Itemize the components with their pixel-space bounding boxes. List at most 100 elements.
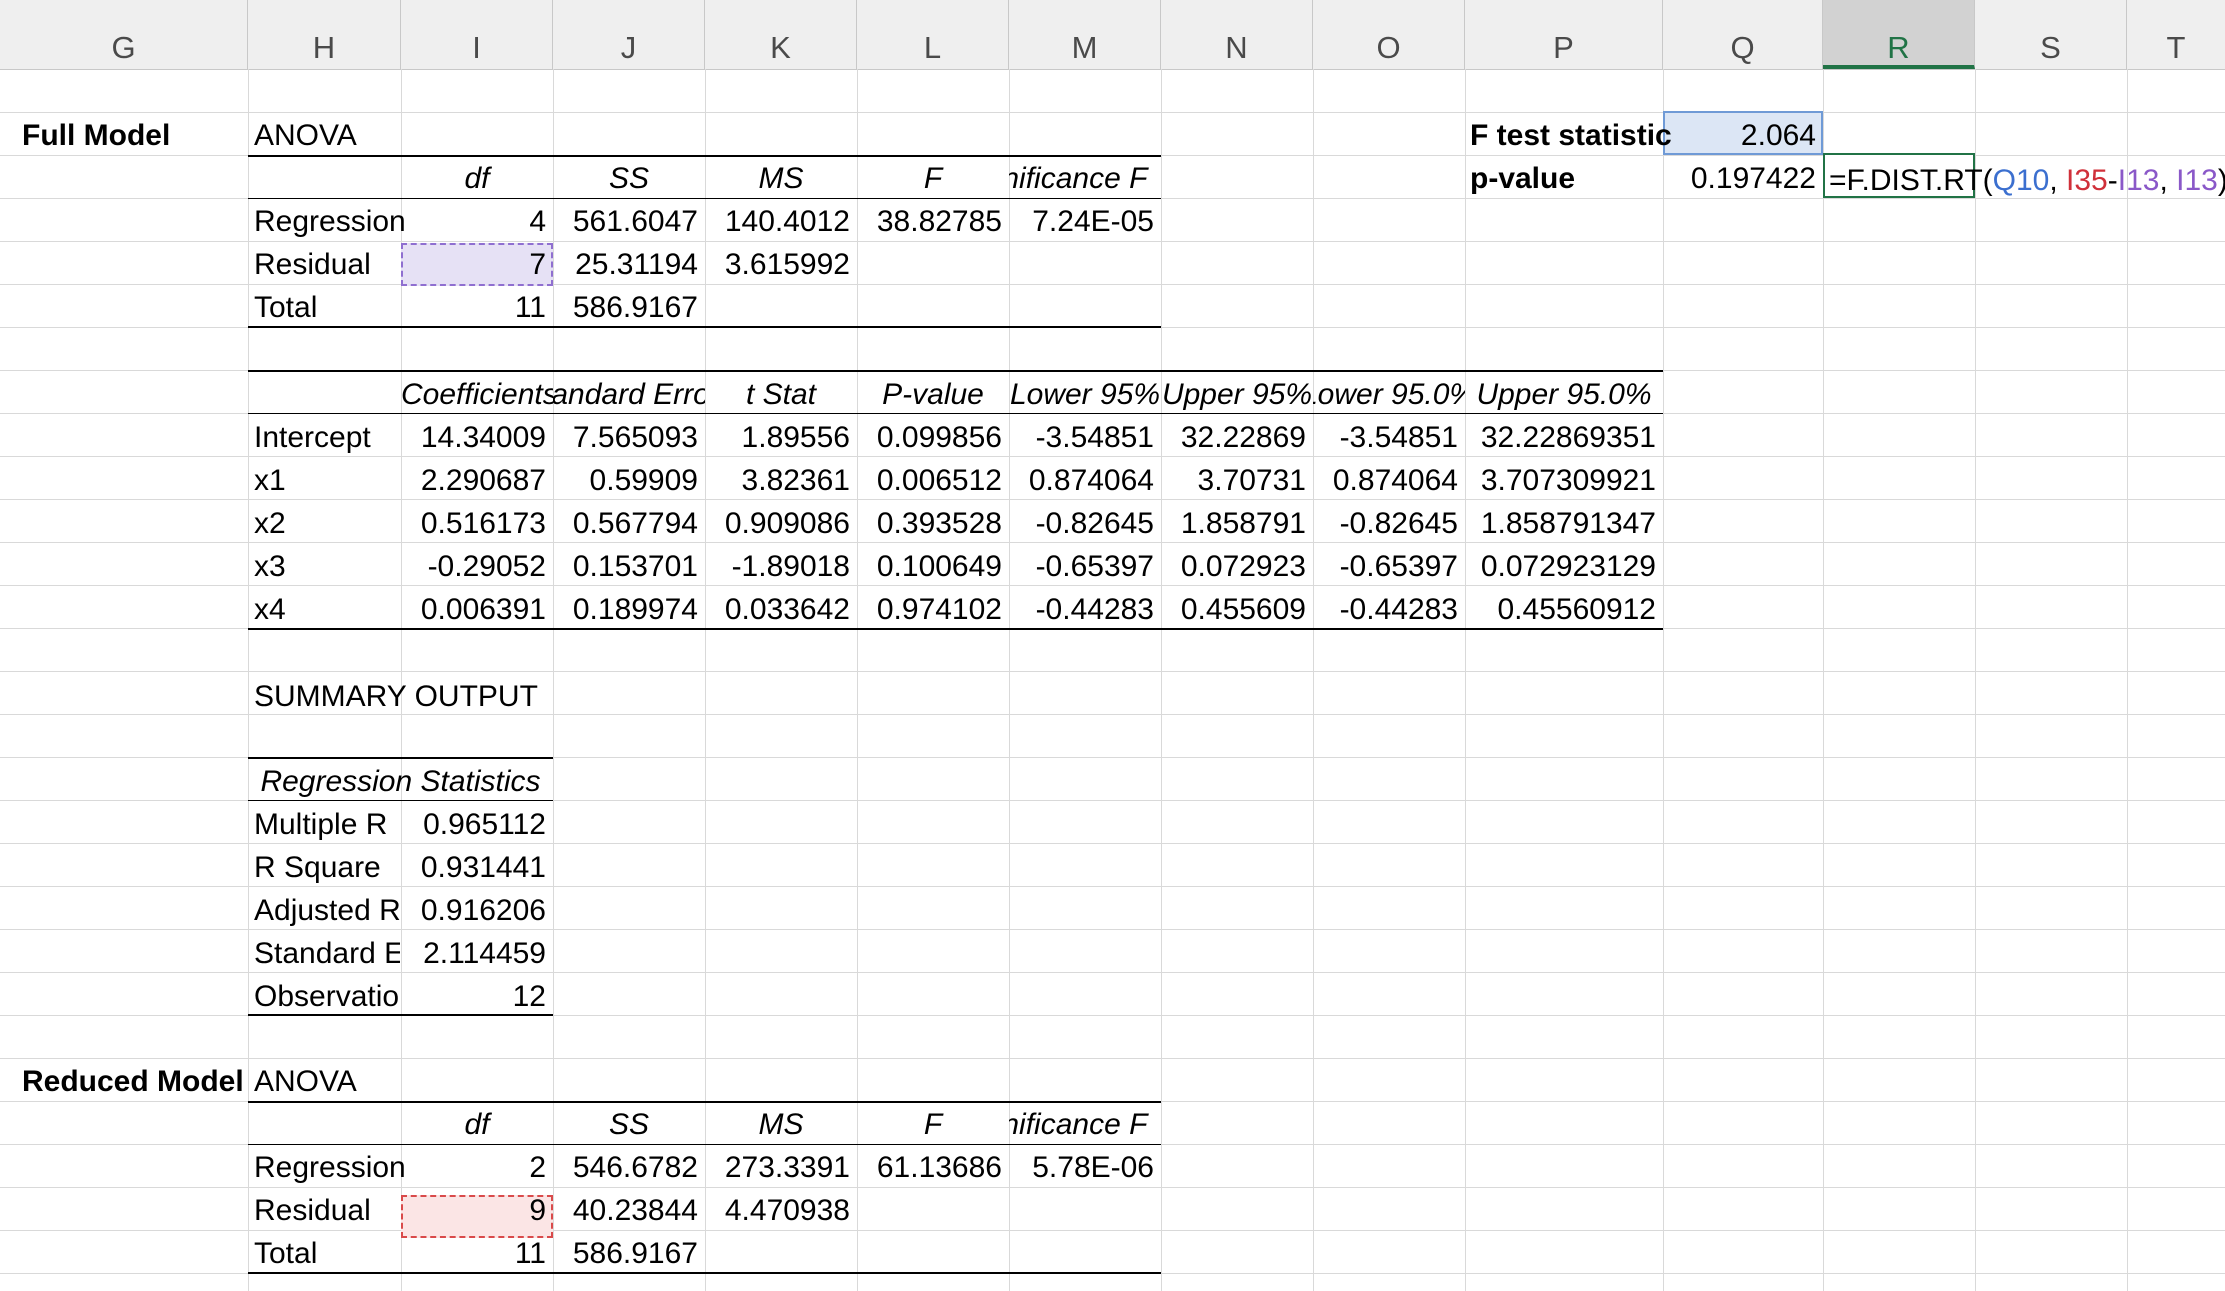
formula-ref-i13: I13 <box>2176 164 2218 197</box>
row-label: x3 <box>254 550 286 583</box>
regstat-label: Observations <box>254 982 400 1012</box>
column-header-g[interactable]: G <box>0 0 248 69</box>
f-test-statistic-value[interactable]: 2.064 <box>1663 121 1816 151</box>
table-border <box>248 326 1161 328</box>
formula-editor[interactable]: =F.DIST.RT(Q10, I35-I13, I13) <box>1829 164 2225 196</box>
cell-value: 0.45560912 <box>1497 593 1657 626</box>
gridline <box>0 542 2225 543</box>
cell-value: 3.707309921 <box>1480 464 1656 497</box>
gridline <box>1313 69 1314 1291</box>
cell-value: 1.858791347 <box>1480 507 1656 540</box>
column-header-s[interactable]: S <box>1975 0 2127 69</box>
header-coefficients: Coefficients <box>401 380 553 410</box>
row-label: x1 <box>254 464 286 497</box>
cell-value: 0.874064 <box>1332 464 1458 497</box>
header-significance-f: Significance F <box>1009 164 1169 194</box>
table-border <box>248 800 553 801</box>
table-border <box>248 757 553 759</box>
header-significance-f-text: Significance F <box>1009 164 1148 194</box>
cell-value: 3.70731 <box>1197 464 1306 497</box>
header-df: df <box>464 1108 490 1141</box>
cell-value: 7 <box>529 248 546 281</box>
gridline <box>0 671 2225 672</box>
gridline <box>0 499 2225 500</box>
spreadsheet-grid[interactable]: G H I J K L M N O P Q R S T Full Model A… <box>0 0 2225 1291</box>
cell-value: 3.615992 <box>724 248 850 281</box>
gridline <box>1161 69 1162 1291</box>
column-header-k[interactable]: K <box>705 0 857 69</box>
cell-value: 561.6047 <box>572 205 698 238</box>
formula-separator: , <box>2049 164 2067 197</box>
header-ss: SS <box>608 162 650 195</box>
column-header-bar: G H I J K L M N O P Q R S T <box>0 0 2225 70</box>
column-header-p[interactable]: P <box>1465 0 1663 69</box>
table-border <box>248 370 1663 372</box>
header-t-stat: t Stat <box>745 378 817 411</box>
gridline <box>0 585 2225 586</box>
row-label: x2 <box>254 507 286 540</box>
column-header-t[interactable]: T <box>2127 0 2225 69</box>
cell-value: 7.24E-05 <box>1032 205 1154 238</box>
column-header-o[interactable]: O <box>1313 0 1465 69</box>
cell-value: 2 <box>529 1151 546 1184</box>
column-header-i[interactable]: I <box>401 0 553 69</box>
table-border <box>248 155 1161 157</box>
reduced-model-label: Reduced Model <box>22 1065 244 1098</box>
column-header-n[interactable]: N <box>1161 0 1313 69</box>
header-f: F <box>923 162 943 195</box>
cell-value: 0.100649 <box>876 550 1002 583</box>
table-border <box>248 198 1161 199</box>
cell-value: 0.072923 <box>1180 550 1306 583</box>
gridline <box>1009 69 1010 1291</box>
table-border <box>248 1101 1161 1103</box>
header-lower-95: Lower 95% <box>1009 378 1161 411</box>
gridline <box>2127 69 2128 1291</box>
header-standard-error: Standard Error <box>553 380 705 410</box>
table-border <box>248 413 1663 414</box>
cell-value: 0.072923129 <box>1480 550 1656 583</box>
gridline <box>0 112 2225 113</box>
cell-value: 546.6782 <box>572 1151 698 1184</box>
column-header-h[interactable]: H <box>248 0 401 69</box>
column-header-r[interactable]: R <box>1823 0 1975 69</box>
row-label: Residual <box>254 248 371 281</box>
cell-value: 586.9167 <box>572 1237 698 1270</box>
regstat-label: R Square <box>254 853 381 883</box>
gridline <box>1823 69 1824 1291</box>
regstat-value: 12 <box>512 980 546 1013</box>
gridline <box>0 843 2225 844</box>
cell-value: 0.189974 <box>572 593 698 626</box>
header-df: df <box>464 162 490 195</box>
cell-value: 0.006512 <box>876 464 1002 497</box>
cell-value: 0.567794 <box>572 507 698 540</box>
column-header-q[interactable]: Q <box>1663 0 1823 69</box>
regstat-label: Standard Error <box>254 939 400 969</box>
column-header-j[interactable]: J <box>553 0 705 69</box>
formula-prefix: =F.DIST.RT( <box>1829 164 1993 197</box>
cell-value: 0.516173 <box>420 507 546 540</box>
gridline <box>0 284 2225 285</box>
cell-value: -1.89018 <box>731 550 850 583</box>
gridline <box>0 1230 2225 1231</box>
cell-value: 11 <box>514 291 546 324</box>
column-header-m[interactable]: M <box>1009 0 1161 69</box>
cell-value: -0.82645 <box>1035 507 1154 540</box>
cell-value: 14.34009 <box>420 421 546 454</box>
table-border <box>248 1014 553 1016</box>
cell-value: 273.3391 <box>724 1151 850 1184</box>
cell-value: 4 <box>529 205 546 238</box>
gridline <box>0 886 2225 887</box>
p-value-value[interactable]: 0.197422 <box>1663 164 1816 194</box>
cell-value: -0.29052 <box>427 550 546 583</box>
header-lower-95-0: Lower 95.0% <box>1313 380 1465 410</box>
cell-value: 0.393528 <box>876 507 1002 540</box>
cell-value: 32.22869351 <box>1480 421 1656 454</box>
p-value-label: p-value <box>1470 162 1576 195</box>
regstat-value: 0.931441 <box>420 851 546 884</box>
gridline <box>0 972 2225 973</box>
column-header-l[interactable]: L <box>857 0 1009 69</box>
header-f: F <box>923 1108 943 1141</box>
gridline <box>0 714 2225 715</box>
table-border <box>248 628 1663 630</box>
cell-value: 0.974102 <box>876 593 1002 626</box>
